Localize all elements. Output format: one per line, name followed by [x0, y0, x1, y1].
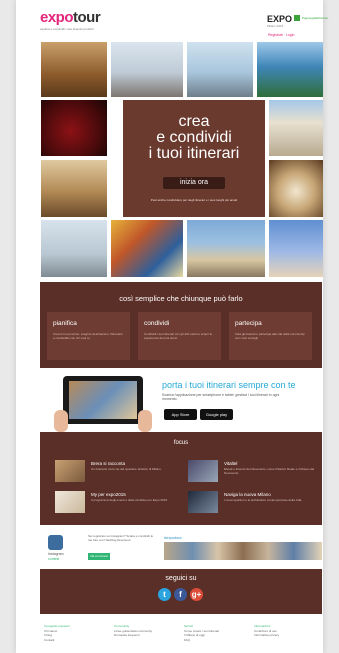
- focus-thumb: [55, 460, 85, 482]
- social-section: seguici su t f g+: [40, 569, 322, 614]
- instagram-contest-button[interactable]: Vai al contest: [88, 553, 110, 560]
- expotour-logo[interactable]: expotour: [40, 9, 101, 26]
- card-participate[interactable]: partecipa Vota gli itinerari e partecipa…: [229, 312, 312, 360]
- app-title: porta i tuoi itinerari sempre con te: [162, 380, 296, 390]
- card-plan[interactable]: pianifica Crea il tuo percorso: scegli l…: [47, 312, 130, 360]
- photo-tile-wine: [41, 100, 107, 156]
- page-container: expotour esplora e condividi i tuoi itin…: [16, 0, 328, 653]
- start-now-button[interactable]: inizia ora: [163, 177, 225, 189]
- twitter-icon[interactable]: t: [158, 588, 171, 601]
- hand-right-illustration: [138, 410, 152, 432]
- focus-thumb: [188, 491, 218, 513]
- photo-tile-blue: [269, 220, 323, 277]
- hero-note: Puoi anche condividere per degli itinera…: [150, 198, 238, 202]
- photo-tile-art: [111, 220, 183, 277]
- partner-label: PaginegiallePartner: [302, 16, 329, 20]
- google-plus-icon[interactable]: g+: [190, 588, 203, 601]
- app-description: Scarica l'applicazione per smartphone e …: [162, 393, 280, 401]
- expo-logo: EXPO: [267, 14, 293, 24]
- partner-icon: [294, 15, 300, 21]
- photo-tile-2: [111, 42, 183, 97]
- hand-left-illustration: [54, 410, 68, 432]
- social-title: seguici su: [165, 575, 197, 582]
- footer-col: Informazioni Condizioni di uso Informati…: [254, 624, 280, 638]
- photo-tile-arch: [187, 220, 265, 277]
- photo-tile-food: [269, 160, 323, 217]
- focus-thumb: [188, 460, 218, 482]
- instagram-icon[interactable]: [48, 535, 63, 550]
- login-links[interactable]: Registrati · Login: [268, 33, 294, 37]
- focus-item[interactable]: Naviga la nuova Milano I nuovi quartieri…: [188, 491, 318, 517]
- instagram-description: Sei registrato su Instagram? Scatta e co…: [88, 534, 154, 542]
- card-share[interactable]: condividi Condividi i tuoi itinerari con…: [138, 312, 221, 360]
- focus-section: focus Brera si racconta Un itinerario tr…: [40, 432, 322, 525]
- hero-title: crea e condividi i tuoi itinerari: [148, 113, 240, 162]
- tagline: esplora e condividi i tuoi itinerari pre…: [40, 27, 94, 31]
- focus-title: focus: [173, 440, 189, 446]
- google-play-button[interactable]: Google play: [200, 409, 233, 420]
- facebook-icon[interactable]: f: [174, 588, 187, 601]
- photos-label: #expotour: [164, 535, 182, 540]
- photo-tile-modern: [41, 220, 107, 277]
- hero-panel: crea e condividi i tuoi itinerari inizia…: [123, 100, 265, 217]
- photo-tile-3: [187, 42, 253, 97]
- instagram-sub-label: contest: [48, 557, 60, 561]
- instagram-label: Instagram: [48, 552, 64, 556]
- footer-col: Community Linee guida della community Do…: [114, 624, 153, 638]
- photo-tile-1: [41, 42, 107, 97]
- footer-col: Il progetto expotour Chi siamo Il blog C…: [44, 624, 70, 642]
- footer: Il progetto expotour Chi siamo Il blog C…: [40, 624, 322, 648]
- expo-subtitle: Milano 2015: [267, 24, 284, 28]
- focus-item[interactable]: My per expo2015 Il programma degli event…: [55, 491, 185, 517]
- instagram-photo-strip: [164, 542, 322, 560]
- focus-item[interactable]: Vitaltel Ebook e itinerari del Novecento…: [188, 460, 318, 486]
- how-it-works-title: così semplice che chiunque può farlo: [119, 294, 243, 303]
- footer-col: Servizi Come creare i tuoi itinerari Il …: [184, 624, 220, 642]
- photo-tile-gallery: [41, 160, 107, 217]
- photo-tile-4: [257, 42, 323, 97]
- tablet-illustration: [63, 376, 143, 424]
- focus-item[interactable]: Brera si racconta Un itinerario tra le v…: [55, 460, 185, 486]
- photo-tile-duomo: [269, 100, 323, 156]
- focus-thumb: [55, 491, 85, 513]
- how-it-works-section: così semplice che chiunque può farlo pia…: [40, 282, 322, 368]
- app-store-button[interactable]: App Store: [164, 409, 197, 420]
